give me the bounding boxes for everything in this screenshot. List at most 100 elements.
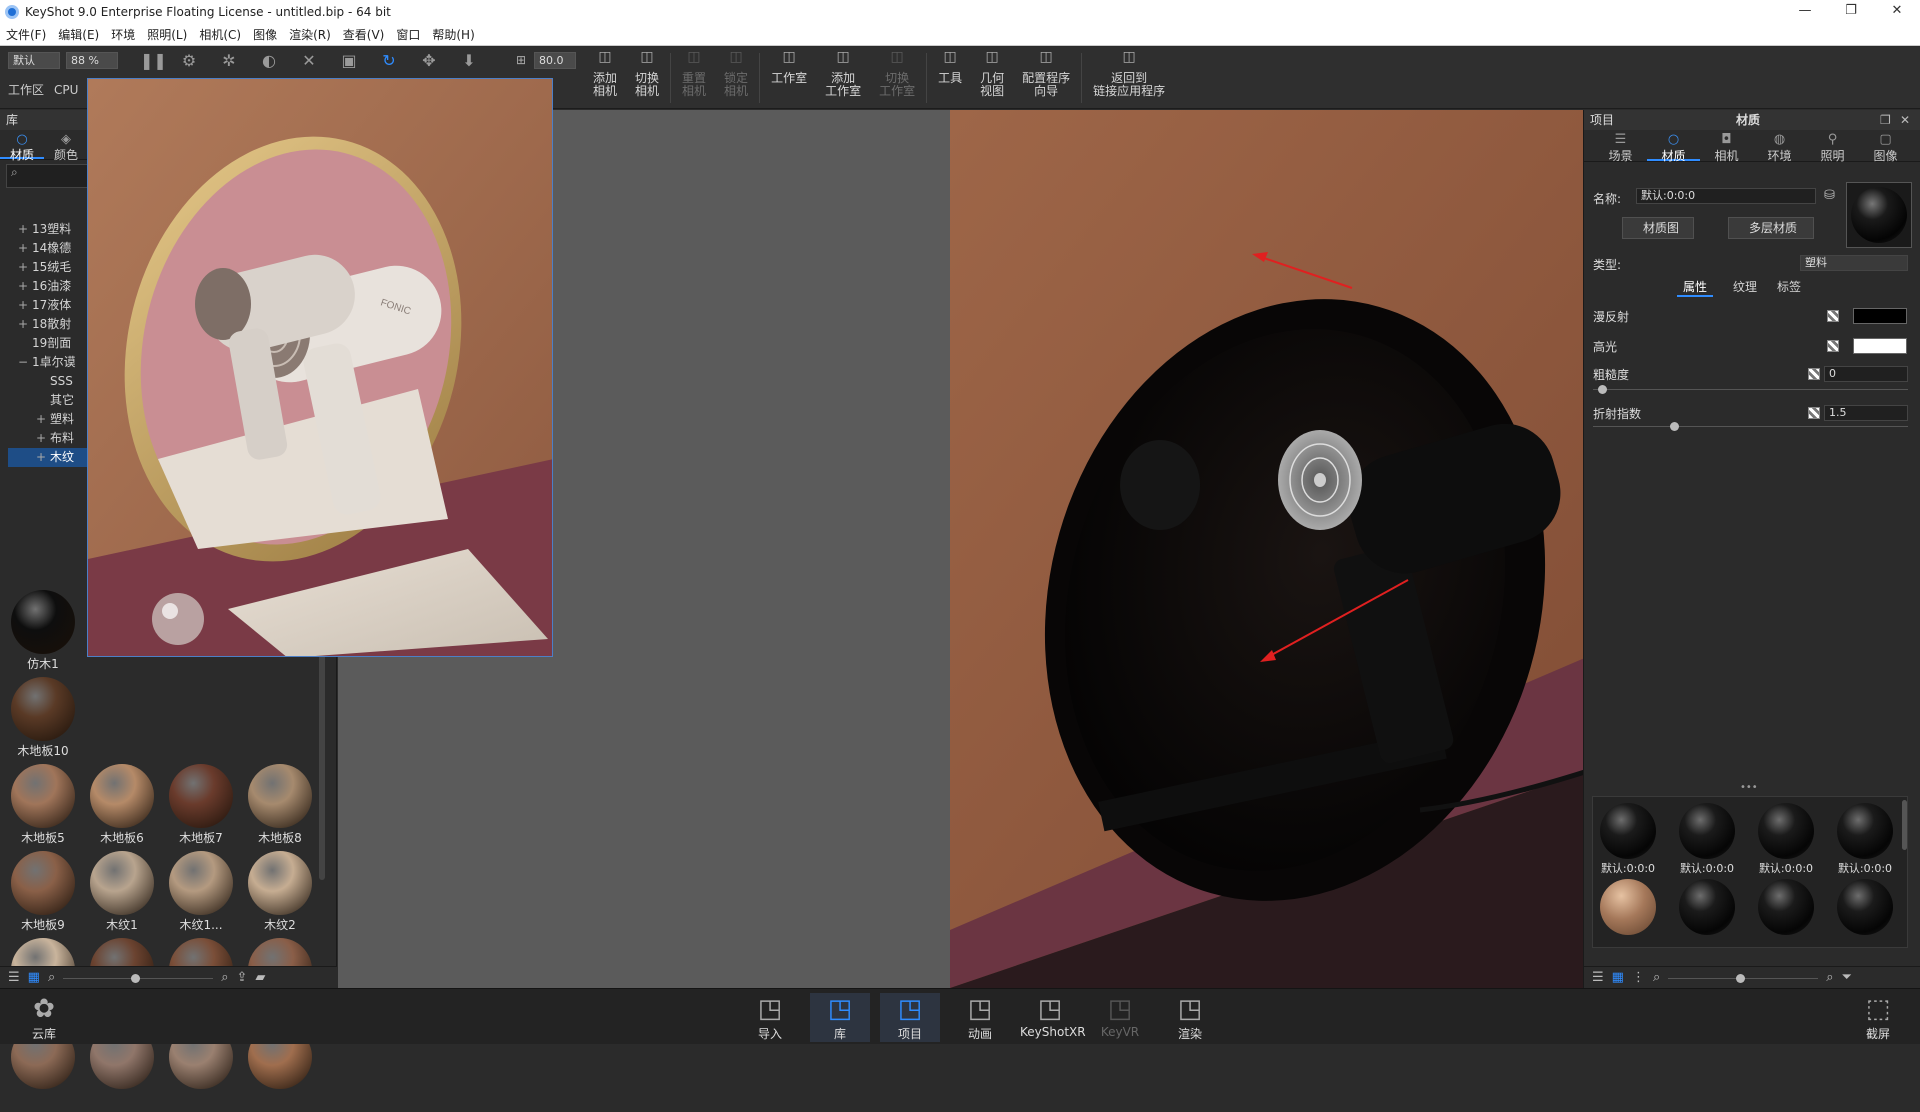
zoom-in-icon[interactable]: ⌕: [221, 970, 228, 985]
material-name-input[interactable]: 默认:0:0:0: [1636, 188, 1816, 204]
toolbar-button-1[interactable]: ◫ 切换 相机: [626, 49, 668, 107]
tree-item[interactable]: + 木纹: [8, 448, 88, 467]
tree-item[interactable]: 其它: [8, 391, 88, 410]
expand-toggle-icon[interactable]: +: [18, 220, 32, 239]
material-thumbnail[interactable]: 仿木1: [10, 590, 76, 675]
drag-handle-dots[interactable]: •••: [1740, 782, 1758, 793]
cpu-label[interactable]: CPU: [54, 83, 78, 97]
ior-texture-icon[interactable]: [1808, 407, 1820, 419]
fit-icon[interactable]: ✥: [420, 52, 438, 70]
project-material[interactable]: [1755, 877, 1817, 953]
tree-item[interactable]: +16油漆: [8, 277, 88, 296]
denoise-icon[interactable]: ✕: [300, 52, 318, 70]
toolbar-button-6[interactable]: ◫ 切换 工作室: [870, 49, 924, 107]
tab-scene[interactable]: ☰ 场景: [1594, 130, 1647, 163]
material-thumbnail[interactable]: 木地板10: [10, 677, 76, 762]
panel-close-icon[interactable]: ✕: [1900, 110, 1910, 130]
materials-scrollbar[interactable]: [1902, 800, 1907, 850]
material-type-dropdown[interactable]: 塑料: [1800, 255, 1908, 271]
expand-toggle-icon[interactable]: +: [36, 448, 50, 467]
list-view-icon[interactable]: ☰: [8, 970, 20, 985]
region-icon[interactable]: ▣: [340, 52, 358, 70]
diffuse-texture-icon[interactable]: [1827, 310, 1839, 322]
tree-item[interactable]: +13塑料: [8, 220, 88, 239]
tree-item[interactable]: +17液体: [8, 296, 88, 315]
tree-item[interactable]: +15绒毛: [8, 258, 88, 277]
subtab-textures[interactable]: 纹理: [1733, 278, 1757, 297]
toolbar-button-10[interactable]: ◫ 返回到 链接应用程序: [1084, 49, 1174, 107]
close-button[interactable]: ✕: [1874, 0, 1920, 24]
subtab-labels[interactable]: 标签: [1777, 278, 1801, 297]
performance-icon[interactable]: ⚙: [180, 52, 198, 70]
filter-icon[interactable]: ⏷: [1842, 970, 1852, 985]
tab-material[interactable]: ○ 材质: [1647, 130, 1700, 163]
settings-icon[interactable]: ✲: [220, 52, 238, 70]
bottom-keyshotxr-button[interactable]: ◳ KeyShotXR: [1020, 993, 1086, 1039]
reference-image-popup[interactable]: FONIC: [87, 78, 553, 657]
project-material[interactable]: [1597, 877, 1659, 953]
material-thumbnail[interactable]: 木地板5: [10, 764, 76, 849]
tree-item[interactable]: −1卓尔谟: [8, 353, 88, 372]
tree-item[interactable]: + 布料: [8, 429, 88, 448]
toolbar-button-8[interactable]: ◫ 几何 视图: [971, 49, 1013, 107]
menu-lighting[interactable]: 照明(L): [141, 26, 193, 43]
bottom-render-button[interactable]: ◳ 渲染: [1160, 993, 1220, 1042]
menu-view[interactable]: 查看(V): [337, 26, 391, 43]
menu-help[interactable]: 帮助(H): [426, 26, 480, 43]
toolbar-button-9[interactable]: ◫ 配置程序 向导: [1013, 49, 1079, 107]
expand-toggle-icon[interactable]: +: [36, 429, 50, 448]
thumb-size-slider[interactable]: [63, 973, 214, 983]
menu-file[interactable]: 文件(F): [0, 26, 52, 43]
project-material[interactable]: 默认:0:0:0: [1755, 801, 1817, 877]
zoom-in-icon[interactable]: ⌕: [1826, 970, 1833, 985]
tab-lighting[interactable]: ⚲ 照明: [1806, 130, 1859, 163]
toolbar-button-2[interactable]: ◫ 重置 相机: [673, 49, 715, 107]
bottom-library-button[interactable]: ◳ 库: [810, 993, 870, 1042]
bottom-import-button[interactable]: ◳ 导入: [740, 993, 800, 1042]
grid-view-icon[interactable]: ▦: [28, 970, 40, 985]
project-material[interactable]: 默认:0:0:0: [1834, 801, 1896, 877]
pause-icon[interactable]: ❚❚: [140, 52, 167, 70]
material-preview[interactable]: [1846, 182, 1912, 248]
menu-edit[interactable]: 编辑(E): [52, 26, 105, 43]
tab-camera[interactable]: ◘ 相机: [1700, 130, 1753, 163]
specular-color-swatch[interactable]: [1853, 338, 1907, 354]
tree-view-icon[interactable]: ⋮: [1632, 970, 1645, 985]
tree-item[interactable]: +14橡德: [8, 239, 88, 258]
screenshot-button[interactable]: ⬚ 截屏: [1848, 993, 1908, 1042]
bottom-project-button[interactable]: ◳ 项目: [880, 993, 940, 1042]
tree-item[interactable]: 19剖面: [8, 334, 88, 353]
roughness-slider[interactable]: [1593, 389, 1908, 390]
toolbar-button-5[interactable]: ◫ 添加 工作室: [816, 49, 870, 107]
cloud-library-button[interactable]: ✿ 云库: [14, 993, 74, 1042]
toolbar-button-3[interactable]: ◫ 锁定 相机: [715, 49, 757, 107]
toolbar-button-4[interactable]: ◫ 工作室: [762, 49, 816, 107]
tree-item[interactable]: + 塑料: [8, 410, 88, 429]
roughness-texture-icon[interactable]: [1808, 368, 1820, 380]
save-material-icon[interactable]: ⛁: [1824, 188, 1835, 203]
fov-field[interactable]: 80.0: [534, 52, 576, 69]
menu-image[interactable]: 图像: [247, 26, 283, 43]
restore-button[interactable]: ❐: [1828, 0, 1874, 24]
menu-window[interactable]: 窗口: [390, 26, 426, 43]
roughness-input[interactable]: 0: [1824, 366, 1908, 382]
material-thumbnail[interactable]: 木地板8: [247, 764, 313, 849]
material-graph-button[interactable]: 材质图: [1622, 217, 1694, 239]
expand-toggle-icon[interactable]: +: [18, 258, 32, 277]
ior-slider[interactable]: [1593, 426, 1908, 427]
expand-toggle-icon[interactable]: −: [18, 353, 32, 372]
material-thumbnail[interactable]: 木纹1...: [168, 851, 234, 936]
bottom-keyvr-button[interactable]: ◳ KeyVR: [1090, 993, 1150, 1039]
tree-item[interactable]: +18散射: [8, 315, 88, 334]
material-thumbnail[interactable]: 木地板9: [10, 851, 76, 936]
shading-icon[interactable]: ◐: [260, 52, 278, 70]
tab-environment[interactable]: ◍ 环境: [1753, 130, 1806, 163]
diffuse-color-swatch[interactable]: [1853, 308, 1907, 324]
project-material[interactable]: [1676, 877, 1738, 953]
project-material[interactable]: 默认:0:0:0: [1597, 801, 1659, 877]
preset-dropdown[interactable]: 默认: [8, 52, 60, 69]
zoom-dropdown[interactable]: 88 %: [66, 52, 118, 69]
material-thumbnail[interactable]: 木地板6: [89, 764, 155, 849]
roughness-slider-handle[interactable]: [1598, 385, 1607, 394]
project-material[interactable]: [1834, 877, 1896, 953]
